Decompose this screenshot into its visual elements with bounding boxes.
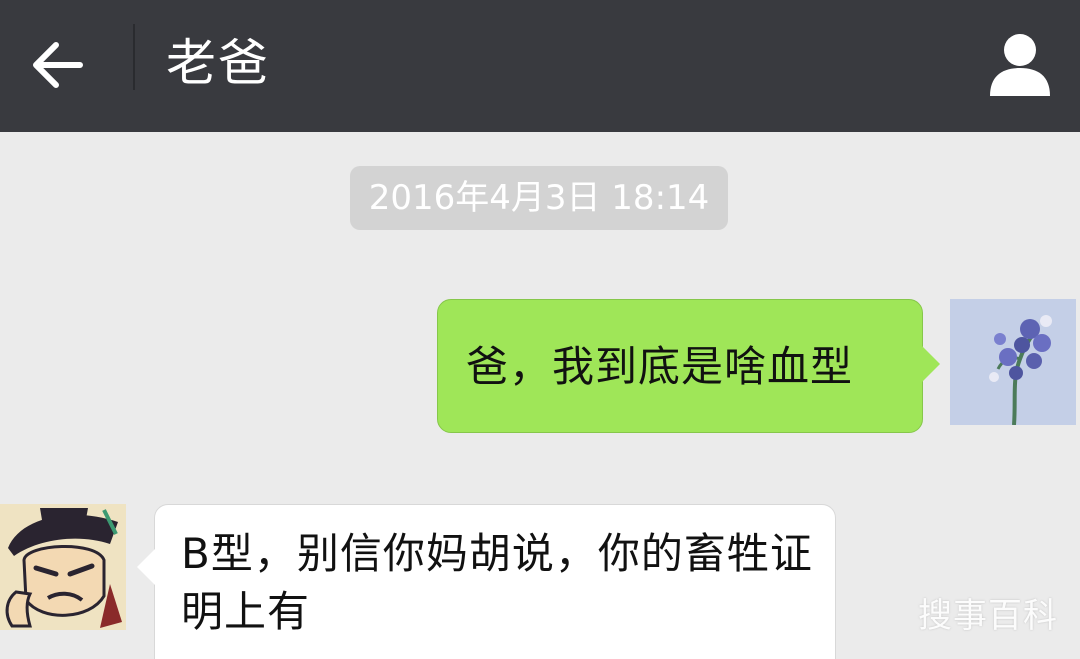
flower-avatar-icon[interactable]: [950, 299, 1076, 425]
received-message-bubble[interactable]: B型，别信你妈胡说，你的畜牲证明上有: [137, 504, 836, 659]
header-divider: [133, 24, 135, 90]
top-bar: 老爸: [0, 0, 1080, 132]
chat-title: 老爸: [166, 34, 270, 92]
sent-message-bubble[interactable]: 爸，我到底是啥血型: [437, 299, 940, 433]
person-icon[interactable]: [984, 28, 1056, 100]
back-arrow-icon[interactable]: [22, 30, 92, 100]
sent-message-text: 爸，我到底是啥血型: [466, 342, 854, 391]
cartoon-avatar-icon[interactable]: [0, 504, 126, 630]
chat-area[interactable]: 2016年4月3日 18:14 爸，我到底是啥血型 B型，别信你妈胡说，你的畜牲…: [0, 132, 1080, 659]
timestamp: 2016年4月3日 18:14: [350, 166, 728, 230]
received-message-text: B型，别信你妈胡说，你的畜牲证明上有: [181, 529, 813, 636]
watermark-text: 搜事百科: [918, 596, 1058, 636]
